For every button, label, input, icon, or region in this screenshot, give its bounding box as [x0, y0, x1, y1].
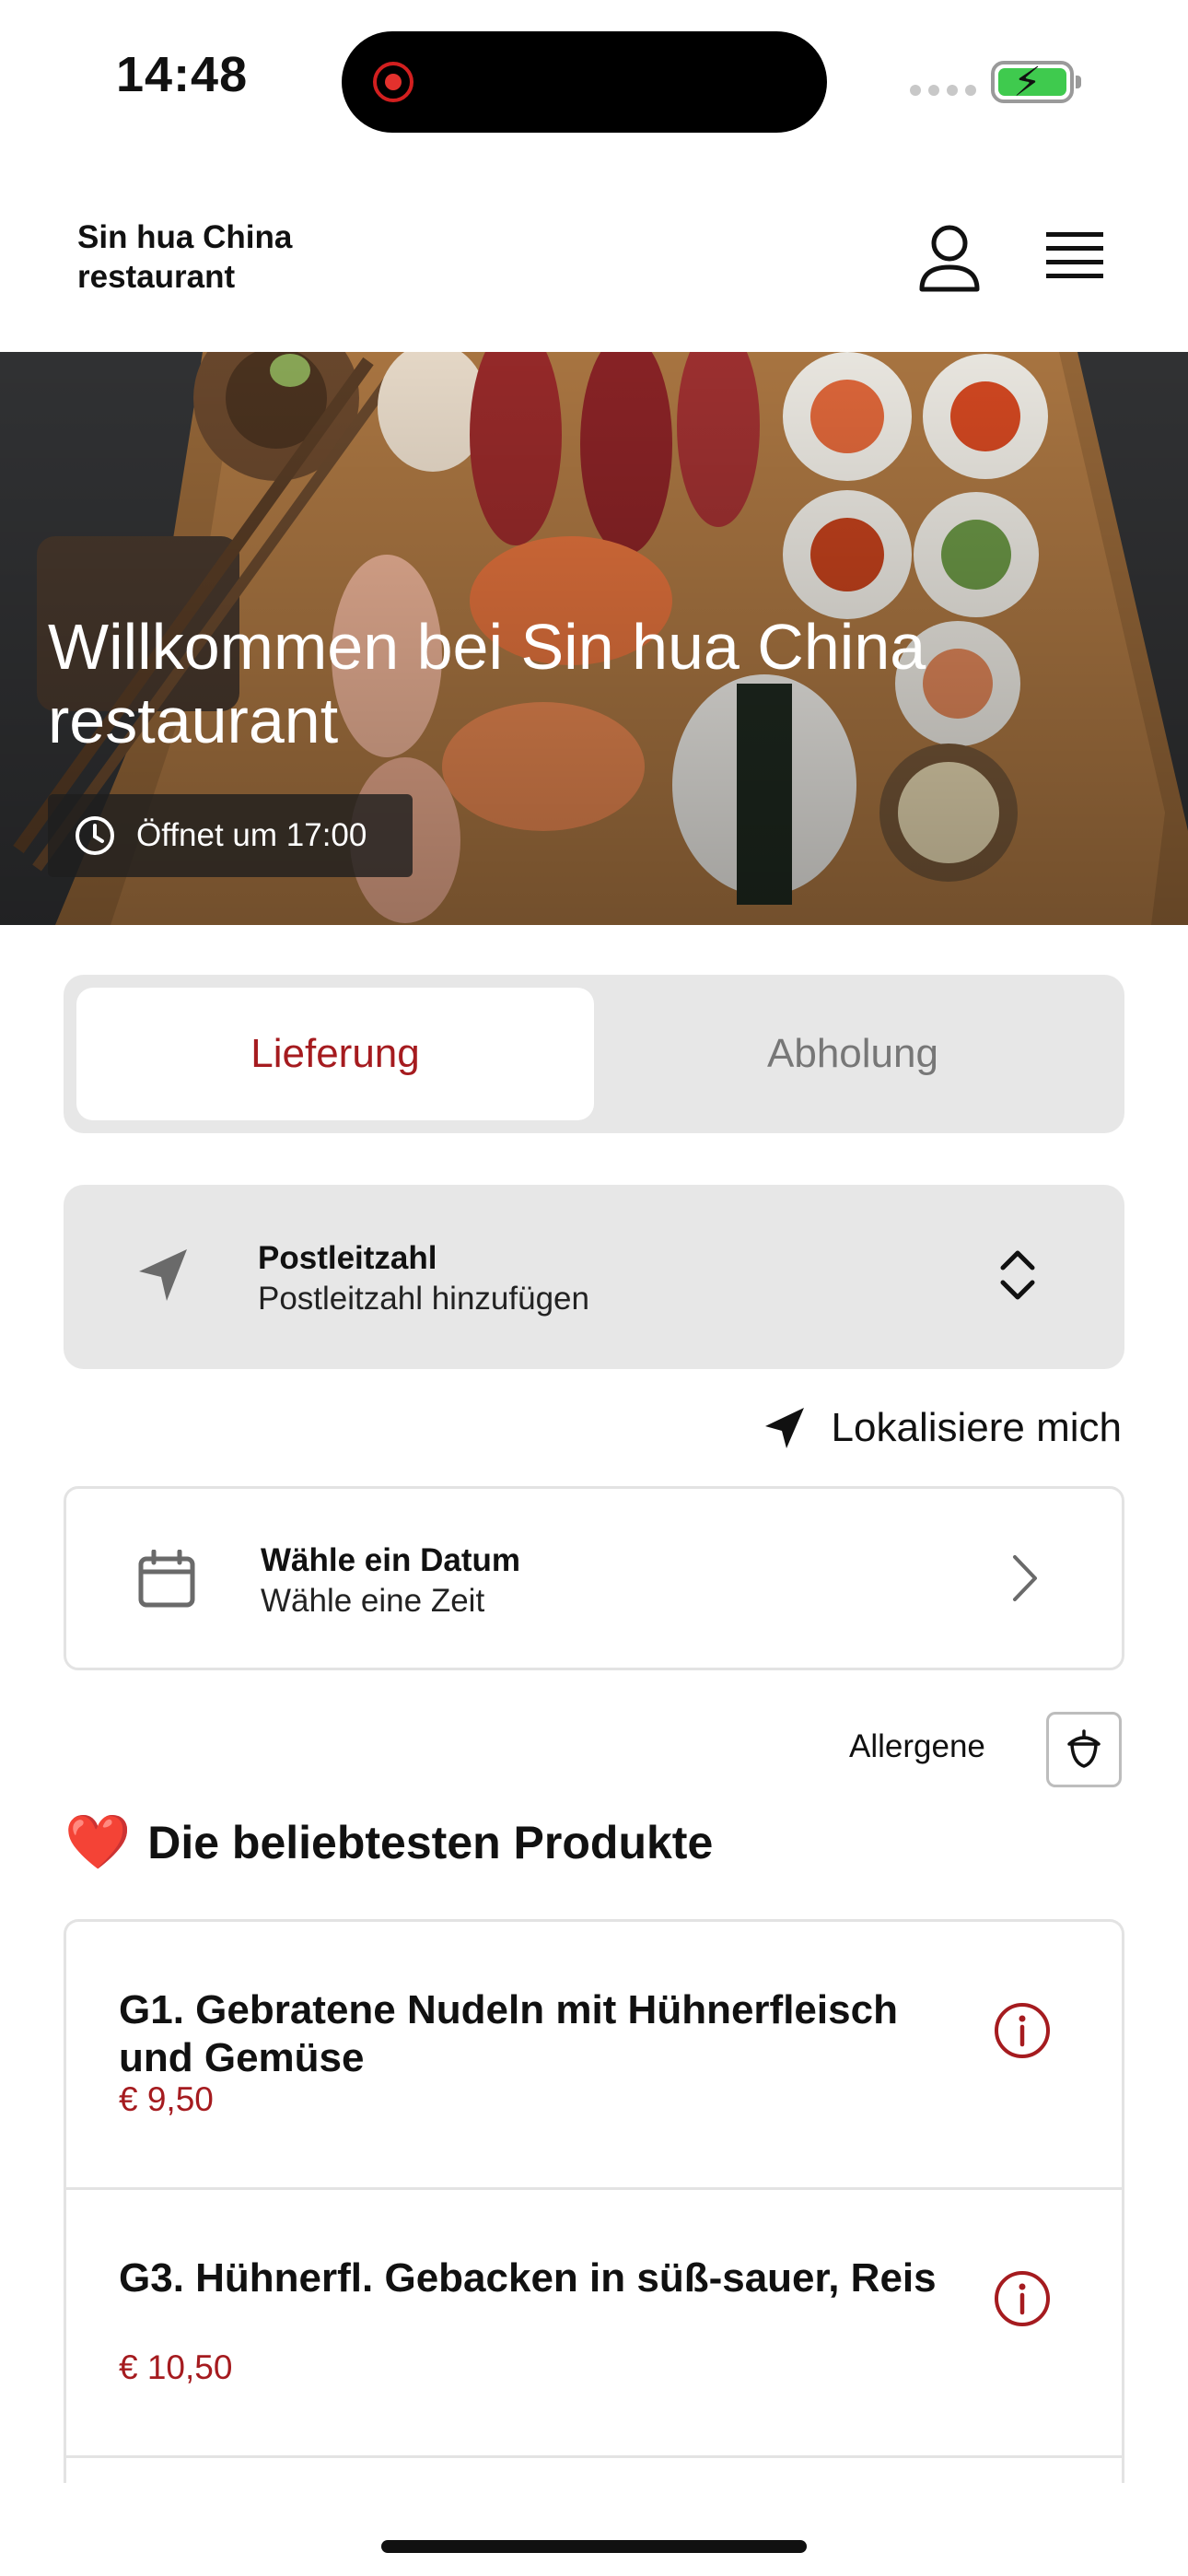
heart-icon: ❤️: [64, 1812, 132, 1872]
postcode-selector[interactable]: Postleitzahl Postleitzahl hinzufügen: [64, 1185, 1124, 1369]
product-card[interactable]: G3. Hühnerfl. Gebacken in süß-sauer, Rei…: [66, 2190, 1122, 2458]
popular-products-list: G1. Gebratene Nudeln mit Hühnerfleisch u…: [64, 1919, 1124, 2483]
menu-button[interactable]: [1042, 230, 1107, 284]
home-indicator[interactable]: [381, 2540, 807, 2553]
location-arrow-icon: [764, 1408, 804, 1448]
product-price: € 9,50: [119, 2080, 214, 2118]
info-icon[interactable]: [993, 2001, 1052, 2060]
product-price: € 10,50: [119, 2348, 233, 2386]
chevron-right-icon: [1013, 1555, 1037, 1601]
screen-recording-icon: [373, 62, 413, 102]
locate-me-button[interactable]: Lokalisiere mich: [763, 1400, 1122, 1456]
tab-pickup[interactable]: Abholung: [594, 988, 1112, 1120]
user-icon: [919, 225, 980, 292]
allergens-button[interactable]: [1046, 1712, 1122, 1787]
date-label: Wähle ein Datum: [261, 1542, 520, 1578]
restaurant-name[interactable]: Sin hua China restaurant: [77, 217, 409, 297]
hamburger-menu-icon: [1046, 232, 1103, 278]
postcode-label: Postleitzahl: [258, 1240, 437, 1276]
order-mode-toggle: Lieferung Abholung: [64, 975, 1124, 1133]
opening-hours-text: Öffnet um 17:00: [136, 817, 367, 853]
allergens-label: Allergene: [849, 1728, 985, 1764]
product-card[interactable]: G1. Gebratene Nudeln mit Hühnerfleisch u…: [66, 1922, 1122, 2190]
opening-hours-badge: Öffnet um 17:00: [48, 794, 413, 877]
acorn-icon: [1067, 1729, 1101, 1768]
popular-products-title: Die beliebtesten Produkte: [147, 1817, 714, 1868]
status-time: 14:48: [116, 47, 249, 102]
locate-me-label: Lokalisiere mich: [831, 1405, 1122, 1450]
account-button[interactable]: [917, 223, 982, 293]
postcode-placeholder: Postleitzahl hinzufügen: [258, 1281, 589, 1317]
status-bar: 14:48 ⚡: [0, 0, 1188, 157]
chevron-up-down-icon: [1000, 1250, 1035, 1300]
cellular-signal-icon: [910, 85, 976, 96]
product-name: G3. Hühnerfl. Gebacken in süß-sauer, Rei…: [119, 2255, 937, 2301]
popular-products-heading: ❤️ Die beliebtesten Produkte: [64, 1811, 713, 1874]
date-time-picker[interactable]: Wähle ein Datum Wähle eine Zeit: [64, 1486, 1124, 1670]
product-name: G1. Gebratene Nudeln mit Hühnerfleisch u…: [119, 1987, 898, 2080]
dynamic-island: [342, 31, 827, 133]
tab-delivery[interactable]: Lieferung: [76, 988, 594, 1120]
battery-charging-icon: ⚡: [991, 60, 1081, 105]
clock-icon: [76, 816, 114, 855]
info-icon[interactable]: [993, 2269, 1052, 2328]
hero-title: Willkommen bei Sin hua China restaurant: [48, 611, 926, 756]
time-label: Wähle eine Zeit: [261, 1583, 485, 1619]
calendar-icon: [138, 1550, 195, 1608]
location-arrow-icon: [139, 1249, 187, 1301]
